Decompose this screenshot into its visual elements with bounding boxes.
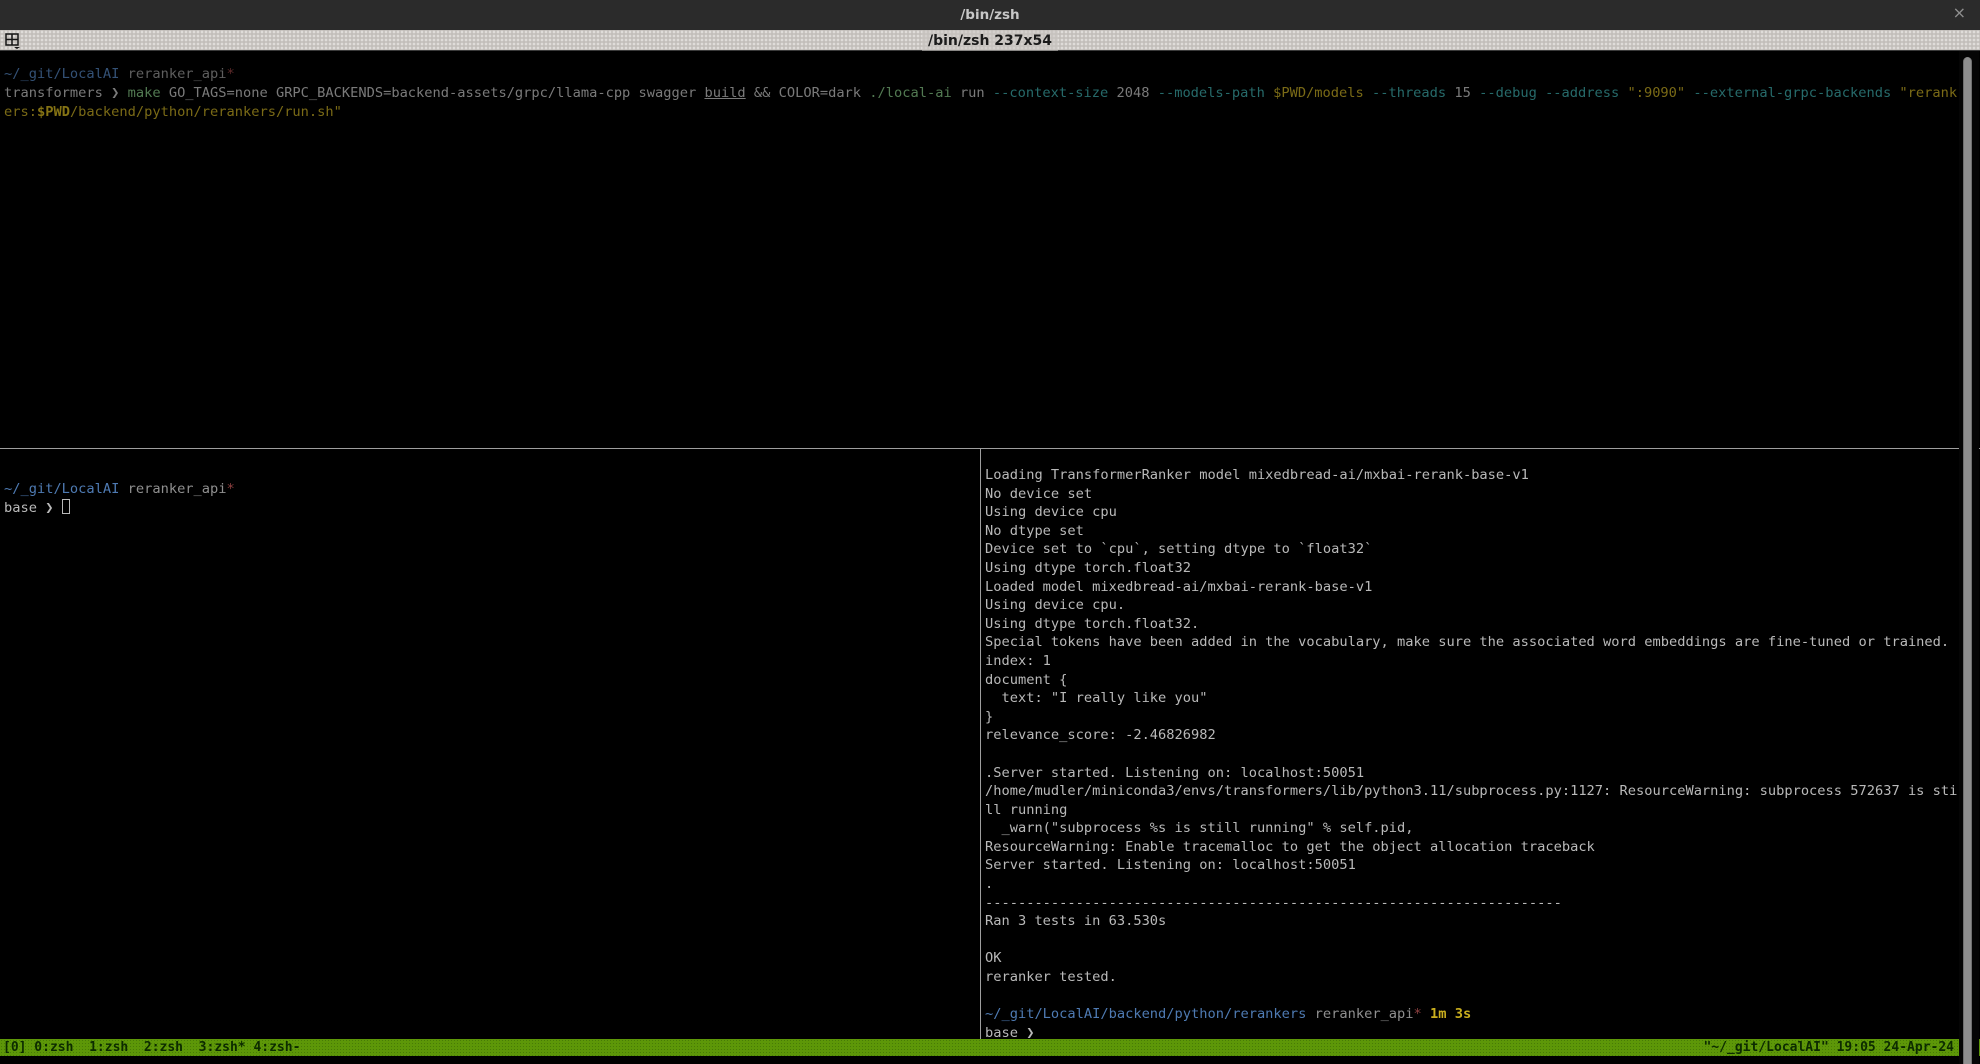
text-segment: ❯ <box>45 500 61 516</box>
text-segment <box>1422 1006 1430 1022</box>
prompt-line: ~/_git/LocalAI reranker_api* <box>4 65 1958 84</box>
pane-divider-horizontal[interactable] <box>0 448 1980 449</box>
text-segment: 2048 <box>1117 85 1158 101</box>
text-segment: ":9090" <box>1627 85 1693 101</box>
close-icon[interactable]: × <box>1953 3 1966 22</box>
text-segment: $PWD <box>37 104 70 120</box>
text-segment: run <box>960 85 993 101</box>
text-segment: 15 <box>1454 85 1479 101</box>
text-segment: ❯ <box>111 85 127 101</box>
text-segment: * <box>227 481 235 497</box>
text-segment: --threads <box>1372 85 1454 101</box>
text-segment: 1m 3s <box>1430 1006 1471 1022</box>
text-segment: --models-path <box>1158 85 1273 101</box>
pane-divider-vertical[interactable] <box>980 448 981 1039</box>
command-line-wrap: ers:$PWD/backend/python/rerankers/run.sh… <box>4 103 1958 122</box>
tmux-status-bar: [0] 0:zsh 1:zsh 2:zsh 3:zsh* 4:zsh- "~/_… <box>0 1039 1980 1056</box>
text-segment: --debug <box>1479 85 1545 101</box>
text-segment: /backend/python/rerankers/run.sh" <box>70 104 342 120</box>
tmux-status-right: "~/_git/LocalAI" 19:05 24-Apr-24 <box>1704 1039 1954 1056</box>
log-output: Loading TransformerRanker model mixedbre… <box>985 466 1958 1005</box>
command-line: transformers ❯ make GO_TAGS=none GRPC_BA… <box>4 84 1958 103</box>
text-segment <box>119 481 127 497</box>
text-segment: ./local-ai <box>869 85 960 101</box>
text-segment: $PWD/models <box>1273 85 1372 101</box>
text-segment: reranker_api <box>128 66 227 82</box>
pane-bottom-right[interactable]: Loading TransformerRanker model mixedbre… <box>985 466 1958 1042</box>
text-segment: build <box>704 85 745 101</box>
text-segment: ers: <box>4 104 37 120</box>
text-segment: ~/_git/LocalAI/backend/python/rerankers <box>985 1006 1306 1022</box>
window-titlebar[interactable]: /bin/zsh × <box>0 0 1980 30</box>
text-segment: * <box>1414 1006 1422 1022</box>
terminal: ~/_git/LocalAI reranker_api* transformer… <box>0 51 1980 1039</box>
text-segment: --address <box>1545 85 1627 101</box>
input-prompt: base ❯ <box>4 500 62 516</box>
text-segment: && COLOR=dark <box>746 85 870 101</box>
text-segment: ~/_git/LocalAI <box>4 66 119 82</box>
text-segment: GO_TAGS=none GRPC_BACKENDS=backend-asset… <box>169 85 705 101</box>
window-menu-icon[interactable] <box>5 33 25 49</box>
scrollbar-track[interactable] <box>1959 51 1979 1064</box>
terminal-size-label: /bin/zsh 237x54 <box>922 31 1058 52</box>
pane-bottom-left[interactable]: ~/_git/LocalAI reranker_api* base ❯ <box>4 480 964 517</box>
text-segment: * <box>227 66 235 82</box>
text-cursor <box>62 499 70 514</box>
text-segment: --context-size <box>993 85 1117 101</box>
text-segment: base <box>4 500 45 516</box>
text-segment: transformers <box>4 85 111 101</box>
pane-top[interactable]: ~/_git/LocalAI reranker_api* transformer… <box>4 65 1958 122</box>
screen: { "palette": { "titlebg": "#2b2b2b", "ti… <box>0 0 1980 1064</box>
tmux-window-list[interactable]: [0] 0:zsh 1:zsh 2:zsh 3:zsh* 4:zsh- <box>3 1039 300 1056</box>
text-segment <box>1306 1006 1314 1022</box>
terminal-size-bar: /bin/zsh 237x54 <box>0 30 1980 51</box>
text-segment: reranker_api <box>128 481 227 497</box>
text-segment: --external-grpc-backends <box>1693 85 1899 101</box>
window-title: /bin/zsh <box>960 0 1019 30</box>
text-segment: reranker_api <box>1315 1006 1414 1022</box>
text-segment: make <box>128 85 169 101</box>
scrollbar-thumb[interactable] <box>1963 57 1972 1064</box>
prompt-line: ~/_git/LocalAI reranker_api* <box>4 480 964 499</box>
text-segment: ~/_git/LocalAI <box>4 481 119 497</box>
text-segment <box>119 66 127 82</box>
prompt-line: ~/_git/LocalAI/backend/python/rerankers … <box>985 1005 1958 1024</box>
window-grid-icon <box>5 33 25 49</box>
text-segment: "rerank <box>1899 85 1957 101</box>
input-line: base ❯ <box>4 499 964 518</box>
